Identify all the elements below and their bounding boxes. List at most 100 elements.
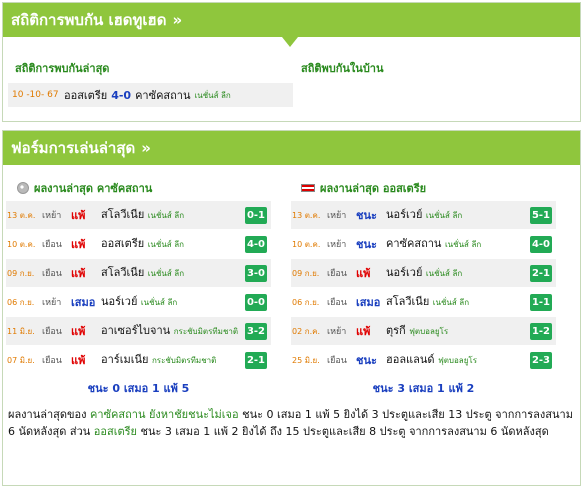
opponent: สโลวีเนีย เนชั่นส์ ลีก: [101, 266, 245, 280]
opponent-name[interactable]: ตุรกี: [386, 324, 406, 337]
score-badge[interactable]: 0-0: [245, 293, 267, 311]
venue-label: เยือน: [42, 269, 62, 279]
score-badge[interactable]: 1-2: [530, 322, 552, 340]
opponent: นอร์เวย์ เนชั่นส์ ลีก: [386, 208, 530, 222]
opponent-name[interactable]: สโลวีเนีย: [101, 208, 144, 221]
match-date: 07 มิ.ย.: [7, 355, 35, 365]
h2h-match-row[interactable]: 10 -10- 67 ออสเตรีย 4-0 คาซัคสถาน เนชั่น…: [8, 83, 293, 107]
right-summary: ชนะ 3 เสมอ 1 แพ้ 2: [372, 382, 475, 395]
result-row[interactable]: 11 มิ.ย. เยือน แพ้ อาเซอร์ไบจาน กระชับมิตรท…: [6, 317, 271, 346]
venue-label: เยือน: [327, 269, 347, 279]
match-date: 06 ก.ย.: [292, 297, 320, 307]
opponent-name[interactable]: อาเซอร์ไบจาน: [101, 324, 170, 337]
result-row[interactable]: 09 ก.ย. เยือน แพ้ นอร์เวย์ เนชั่นส์ ลีก 2-1: [291, 259, 556, 288]
venue-label: เยือน: [42, 240, 62, 250]
opponent: ออสเตรีย เนชั่นส์ ลีก: [101, 237, 245, 251]
league-label: เนชั่นส์ ลีก: [147, 239, 184, 249]
result-label: เสมอ: [356, 296, 381, 309]
league-label: เนชั่นส์ ลีก: [194, 90, 231, 100]
match-date: 02 ก.ค.: [292, 326, 321, 336]
form-panel: ฟอร์มการเล่นล่าสุด » ผลงานล่าสุด คาซัคสถา…: [2, 130, 581, 486]
venue-label: เหย้า: [327, 211, 347, 221]
opponent-name[interactable]: นอร์เวย์: [386, 266, 422, 279]
league-label: เนชั่นส์ ลีก: [140, 297, 178, 307]
result-label: แพ้: [71, 267, 86, 280]
opponent: อาร์เมเนีย กระชับมิตรทีมชาติ: [101, 353, 245, 367]
league-label: ฟุตบอลยูโร: [409, 326, 449, 336]
match-score[interactable]: 4-0: [111, 89, 131, 102]
opponent-name[interactable]: สโลวีเนีย: [386, 295, 429, 308]
opponent-name[interactable]: คาซัคสถาน: [386, 237, 441, 250]
result-row[interactable]: 10 ต.ค. เยือน แพ้ ออสเตรีย เนชั่นส์ ลีก 4-0: [6, 230, 271, 259]
result-row[interactable]: 10 ต.ค. เหย้า ชนะ คาซัคสถาน เนชั่นส์ ลีก 4-0: [291, 230, 556, 259]
result-label: เสมอ: [71, 296, 96, 309]
result-row[interactable]: 13 ต.ค. เหย้า แพ้ สโลวีเนีย เนชั่นส์ ลีก 0-1: [6, 201, 271, 230]
left-summary: ชนะ 0 เสมอ 1 แพ้ 5: [87, 382, 190, 395]
result-row[interactable]: 02 ก.ค. เหย้า แพ้ ตุรกี ฟุตบอลยูโร 1-2: [291, 317, 556, 346]
footer-team-austria[interactable]: ออสเตรีย: [94, 425, 137, 438]
result-label: แพ้: [356, 325, 371, 338]
score-badge[interactable]: 2-1: [245, 351, 267, 369]
opponent-name[interactable]: ออสเตรีย: [101, 237, 144, 250]
result-row[interactable]: 06 ก.ย. เยือน เสมอ สโลวีเนีย เนชั่นส์ ลีก 1-…: [291, 288, 556, 317]
opponent-name[interactable]: สโลวีเนีย: [101, 266, 144, 279]
league-label: ฟุตบอลยูโร: [438, 355, 477, 365]
match-date: 10 ต.ค.: [7, 239, 36, 249]
venue-label: เยือน: [327, 356, 347, 366]
score-badge[interactable]: 2-3: [530, 351, 552, 369]
match-date: 10 -10- 67: [12, 90, 59, 100]
left-heading-text: ผลงานล่าสุด คาซัคสถาน: [34, 182, 153, 195]
score-badge[interactable]: 0-1: [245, 206, 267, 224]
league-label: เนชั่นส์ ลีก: [444, 239, 482, 249]
score-badge[interactable]: 3-0: [245, 264, 267, 282]
form-title: ฟอร์มการเล่นล่าสุด: [11, 139, 136, 157]
chevron-right-icon: »: [172, 11, 183, 29]
league-label: เนชั่นส์ ลีก: [432, 297, 470, 307]
form-summary-paragraph: ผลงานล่าสุดของ คาซัคสถาน ยังหาชัยชนะไม่เ…: [8, 406, 573, 440]
form-header-bar: ฟอร์มการเล่นล่าสุด »: [3, 131, 580, 165]
result-row[interactable]: 07 มิ.ย. เยือน แพ้ อาร์เมเนีย กระชับมิตรทีม…: [6, 346, 271, 375]
opponent: ฮอลแลนด์ ฟุตบอลยูโร: [386, 353, 530, 367]
score-badge[interactable]: 5-1: [530, 206, 552, 224]
austria-flag-icon: [301, 184, 315, 192]
score-badge[interactable]: 4-0: [245, 235, 267, 253]
home-team[interactable]: ออสเตรีย: [64, 86, 107, 104]
opponent-name[interactable]: นอร์เวย์: [386, 208, 422, 221]
result-label: แพ้: [356, 267, 371, 280]
match-date: 09 ก.ย.: [292, 268, 320, 278]
league-label: กระชับมิตรทีมชาติ: [151, 355, 217, 365]
result-label: ชนะ: [356, 238, 377, 251]
result-row[interactable]: 13 ต.ค. เหย้า ชนะ นอร์เวย์ เนชั่นส์ ลีก 5-1: [291, 201, 556, 230]
opponent: คาซัคสถาน เนชั่นส์ ลีก: [386, 237, 530, 251]
result-row[interactable]: 25 มิ.ย. เยือน ชนะ ฮอลแลนด์ ฟุตบอลยูโร 2-3: [291, 346, 556, 375]
opponent-name[interactable]: อาร์เมเนีย: [101, 353, 148, 366]
latest-h2h-title: สถิติการพบกันล่าสุด: [15, 62, 110, 75]
home-h2h-title: สถิติพบกันในบ้าน: [301, 62, 384, 75]
footer-text: ชนะ 3 เสมอ 1 แพ้ 2 ยิงได้ ถึง 15 ประตูแล…: [136, 425, 549, 438]
result-row[interactable]: 06 ก.ย. เหย้า เสมอ นอร์เวย์ เนชั่นส์ ลีก 0-0: [6, 288, 271, 317]
result-label: ชนะ: [356, 209, 377, 222]
match-date: 11 มิ.ย.: [7, 326, 35, 336]
opponent: สโลวีเนีย เนชั่นส์ ลีก: [101, 208, 245, 222]
left-results-list: 13 ต.ค. เหย้า แพ้ สโลวีเนีย เนชั่นส์ ลีก 0-1…: [6, 201, 271, 375]
result-label: ชนะ: [356, 354, 377, 367]
football-icon: [17, 182, 29, 194]
opponent-name[interactable]: นอร์เวย์: [101, 295, 137, 308]
h2h-title: สถิติการพบกัน เฮดทูเฮด: [11, 11, 167, 29]
opponent-name[interactable]: ฮอลแลนด์: [386, 353, 435, 366]
result-label: แพ้: [71, 209, 86, 222]
score-badge[interactable]: 4-0: [530, 235, 552, 253]
venue-label: เยือน: [42, 356, 62, 366]
league-label: เนชั่นส์ ลีก: [147, 268, 185, 278]
footer-team-kazakhstan[interactable]: คาซัคสถาน: [90, 408, 145, 421]
result-label: แพ้: [71, 238, 86, 251]
away-team[interactable]: คาซัคสถาน: [135, 86, 190, 104]
score-badge[interactable]: 2-1: [530, 264, 552, 282]
score-badge[interactable]: 3-2: [245, 322, 267, 340]
result-row[interactable]: 09 ก.ย. เยือน แพ้ สโลวีเนีย เนชั่นส์ ลีก 3-0: [6, 259, 271, 288]
match-date: 13 ต.ค.: [7, 210, 36, 220]
score-badge[interactable]: 1-1: [530, 293, 552, 311]
venue-label: เยือน: [327, 298, 347, 308]
result-label: แพ้: [71, 325, 86, 338]
h2h-header-bar: สถิติการพบกัน เฮดทูเฮด »: [3, 3, 580, 37]
